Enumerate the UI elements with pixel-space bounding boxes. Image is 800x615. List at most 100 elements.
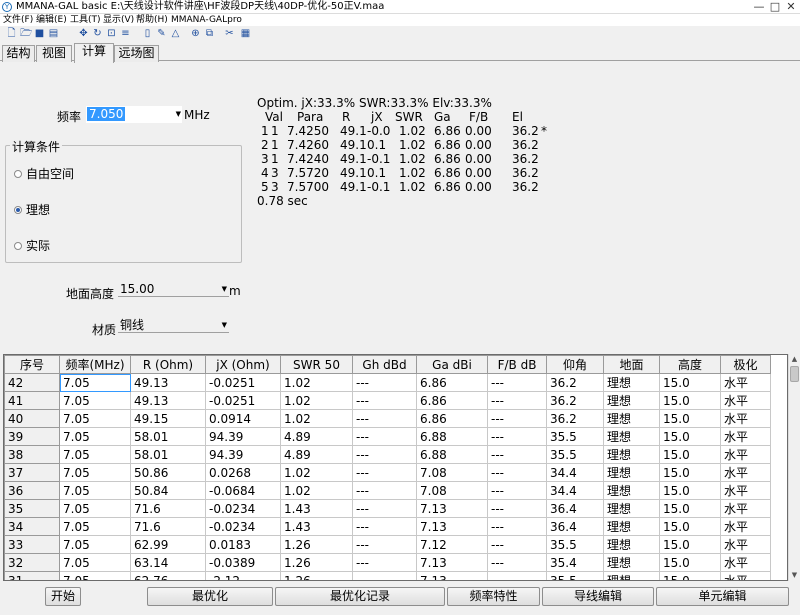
table-cell[interactable]: 15.0 (659, 391, 721, 410)
table-row[interactable]: 40 7.05 49.15 0.0914 1.02 --- 6.86 --- 36.2 理想 15.… (4, 409, 771, 428)
table-cell[interactable]: 水平 (720, 499, 771, 518)
optimize-button[interactable]: 最优化 (147, 587, 273, 606)
table-cell[interactable]: 71.6 (130, 499, 206, 518)
menu-file[interactable]: 文件(F) (3, 14, 33, 26)
table-cell[interactable]: --- (487, 499, 547, 518)
table-cell[interactable]: 7.13 (416, 517, 488, 536)
table-row[interactable]: 34 7.05 71.6 -0.0234 1.43 --- 7.13 --- 36.4 理想 15.… (4, 517, 771, 536)
table-cell[interactable]: -0.0251 (205, 373, 281, 392)
table-cell[interactable]: 34.4 (546, 481, 604, 500)
table-row[interactable]: 35 7.05 71.6 -0.0234 1.43 --- 7.13 --- 36.4 理想 15.… (4, 499, 771, 518)
table-cell[interactable]: 4.89 (280, 445, 353, 464)
maximize-button[interactable]: □ (768, 0, 782, 14)
tab-calculate[interactable]: 计算 (74, 43, 114, 63)
table-cell[interactable]: -0.0684 (205, 481, 281, 500)
table-cell[interactable]: 理想 (603, 373, 660, 392)
calculator-icon[interactable]: ▦ (240, 28, 251, 39)
chevron-down-icon[interactable]: ▼ (222, 281, 227, 297)
table-cell[interactable]: --- (487, 427, 547, 446)
table-cell[interactable]: --- (352, 391, 417, 410)
table-row[interactable]: 32 7.05 63.14 -0.0389 1.26 --- 7.13 --- 35.4 理想 15… (4, 553, 771, 572)
crosshair-icon[interactable]: ⊕ (190, 28, 201, 39)
table-cell[interactable]: 水平 (720, 481, 771, 500)
table-cell[interactable]: --- (352, 517, 417, 536)
table-cell[interactable]: 理想 (603, 499, 660, 518)
table-cell[interactable]: 水平 (720, 535, 771, 554)
table-cell[interactable]: 7.05 (59, 535, 131, 554)
table-cell[interactable]: 1.02 (280, 409, 353, 428)
table-cell[interactable]: 15.0 (659, 535, 721, 554)
table-cell[interactable]: 理想 (603, 481, 660, 500)
radio-icon[interactable] (14, 169, 22, 178)
table-cell[interactable]: 35.5 (546, 445, 604, 464)
table-cell[interactable]: --- (352, 553, 417, 572)
table-cell[interactable]: 36.2 (546, 373, 604, 392)
table-cell[interactable]: 1.26 (280, 535, 353, 554)
column-header[interactable]: F/B dB (487, 355, 547, 374)
table-cell[interactable]: 15.0 (659, 373, 721, 392)
table-cell[interactable]: 7.13 (416, 571, 488, 580)
table-row[interactable]: 31 7.05 62.76 -2.12 1.26 --- 7.13 --- 35.5 理想 15.0… (4, 571, 771, 580)
radio-free-space[interactable]: 自由空间 (14, 165, 74, 182)
table-cell[interactable]: 36.2 (546, 409, 604, 428)
table-cell[interactable]: 水平 (720, 445, 771, 464)
table-cell[interactable]: 理想 (603, 553, 660, 572)
table-row[interactable]: 42 7.05 49.13 -0.0251 1.02 --- 6.86 --- 36.2 理想 15… (4, 373, 771, 392)
row-number[interactable]: 31 (4, 571, 60, 580)
table-cell[interactable]: 15.0 (659, 517, 721, 536)
table-cell[interactable]: 水平 (720, 391, 771, 410)
table-cell[interactable]: 58.01 (130, 445, 206, 464)
table-row[interactable]: 38 7.05 58.01 94.39 4.89 --- 6.88 --- 35.5 理想 15.0… (4, 445, 771, 464)
table-cell[interactable]: 7.05 (59, 445, 131, 464)
table-cell[interactable]: 0.0183 (205, 535, 281, 554)
table-cell[interactable]: 1.02 (280, 391, 353, 410)
optimization-log-button[interactable]: 最优化记录 (275, 587, 445, 606)
frequency-combobox[interactable]: 7.050 ▼ (86, 106, 182, 123)
table-cell[interactable]: 1.02 (280, 373, 353, 392)
wires-icon[interactable]: ≡ (120, 28, 131, 39)
table-cell[interactable]: 7.05 (59, 571, 131, 580)
move-icon[interactable]: ✥ (78, 28, 89, 39)
row-number[interactable]: 42 (4, 373, 60, 392)
column-header[interactable]: 极化 (720, 355, 771, 374)
table-cell[interactable]: 94.39 (205, 427, 281, 446)
table-row[interactable]: 39 7.05 58.01 94.39 4.89 --- 6.88 --- 35.5 理想 15.0… (4, 427, 771, 446)
table-cell[interactable]: 7.05 (59, 409, 131, 428)
element-edit-button[interactable]: 单元编辑 (656, 587, 789, 606)
table-cell[interactable]: 35.4 (546, 553, 604, 572)
frequency-characteristics-button[interactable]: 频率特性 (447, 587, 540, 606)
row-number[interactable]: 39 (4, 427, 60, 446)
document-icon[interactable]: ▯ (142, 28, 153, 39)
start-button[interactable]: 开始 (45, 587, 81, 606)
table-cell[interactable]: 1.43 (280, 517, 353, 536)
row-number[interactable]: 33 (4, 535, 60, 554)
table-cell[interactable]: --- (487, 463, 547, 482)
table-cell[interactable]: 15.0 (659, 499, 721, 518)
close-button[interactable]: ✕ (784, 0, 798, 14)
table-cell[interactable]: -0.0234 (205, 517, 281, 536)
table-cell[interactable]: 7.05 (59, 373, 131, 392)
table-cell[interactable]: --- (487, 391, 547, 410)
table-cell[interactable]: 水平 (720, 571, 771, 580)
table-cell[interactable]: 6.88 (416, 445, 488, 464)
table-cell[interactable]: 1.43 (280, 499, 353, 518)
table-cell[interactable]: 7.05 (59, 463, 131, 482)
scroll-thumb[interactable] (790, 366, 799, 382)
table-cell[interactable]: --- (352, 571, 417, 580)
row-number[interactable]: 35 (4, 499, 60, 518)
table-cell[interactable]: 水平 (720, 373, 771, 392)
table-cell[interactable]: 7.13 (416, 553, 488, 572)
minimize-button[interactable]: — (752, 0, 766, 14)
table-cell[interactable]: 7.12 (416, 535, 488, 554)
table-cell[interactable]: 7.05 (59, 499, 131, 518)
row-number[interactable]: 36 (4, 481, 60, 500)
table-cell[interactable]: 7.05 (59, 391, 131, 410)
table-cell[interactable]: 理想 (603, 463, 660, 482)
table-cell[interactable]: 6.86 (416, 391, 488, 410)
table-cell[interactable]: 35.5 (546, 571, 604, 580)
menu-edit[interactable]: 编辑(E) (36, 14, 67, 26)
table-cell[interactable]: 理想 (603, 571, 660, 580)
tab-structure[interactable]: 结构 (2, 45, 35, 62)
tools-icon[interactable]: ✂ (224, 28, 235, 39)
table-cell[interactable]: 94.39 (205, 445, 281, 464)
